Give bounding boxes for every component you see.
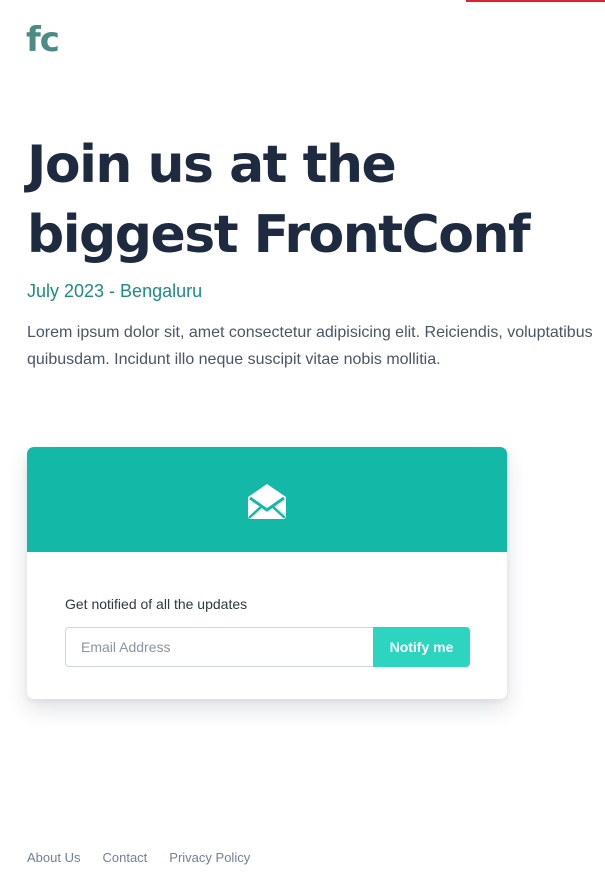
signup-form: Notify me <box>65 627 470 667</box>
hero-description: Lorem ipsum dolor sit, amet consectetur … <box>27 324 593 368</box>
footer-nav: About Us Contact Privacy Policy <box>27 849 250 867</box>
notify-me-button[interactable]: Notify me <box>373 627 470 667</box>
signup-card: Get notified of all the updates Notify m… <box>27 447 507 699</box>
footer-link-contact[interactable]: Contact <box>102 849 147 867</box>
logo[interactable]: fc <box>26 20 60 60</box>
page-title: Join us at the biggest FrontConf <box>27 135 531 265</box>
landing-page: fc Join us at the biggest FrontConf July… <box>0 0 605 889</box>
signup-label: Get notified of all the updates <box>65 596 248 612</box>
top-accent-bar <box>466 0 605 2</box>
footer-link-about-us[interactable]: About Us <box>27 849 80 867</box>
envelope-open-icon <box>246 479 288 521</box>
footer-link-privacy-policy[interactable]: Privacy Policy <box>169 849 250 867</box>
email-field[interactable] <box>65 627 373 667</box>
signup-card-body: Get notified of all the updates Notify m… <box>27 552 507 667</box>
event-date-location: July 2023 - Bengaluru <box>27 281 203 301</box>
signup-card-header <box>27 447 507 552</box>
